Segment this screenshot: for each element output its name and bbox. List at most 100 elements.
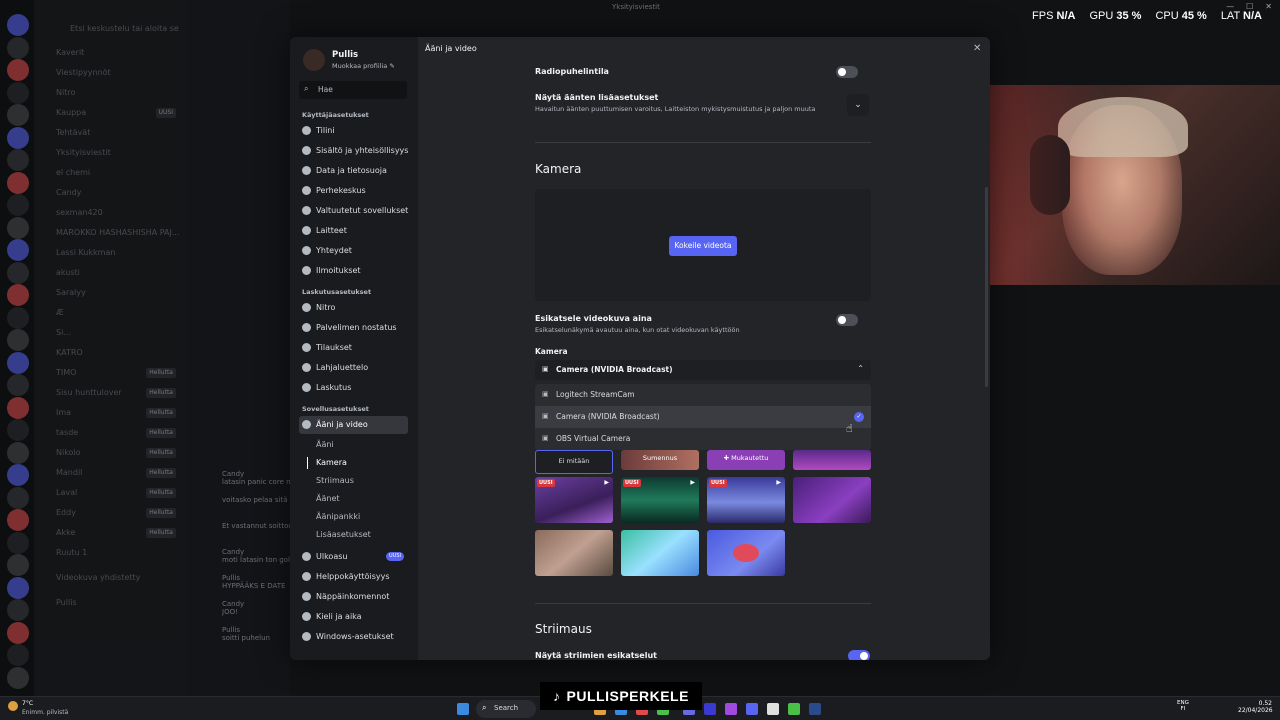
start-icon[interactable] bbox=[457, 703, 469, 715]
dm-item[interactable]: Kaverit bbox=[44, 46, 184, 60]
server-icon[interactable] bbox=[7, 644, 29, 666]
sidebar-item[interactable]: Kieli ja aika bbox=[299, 608, 408, 626]
app-icon[interactable] bbox=[725, 703, 737, 715]
test-video-button[interactable]: Kokeile videota bbox=[669, 236, 737, 256]
bg-preset[interactable]: UUSI ▶ bbox=[707, 477, 785, 523]
close-window-icon[interactable]: ✕ bbox=[1265, 2, 1272, 11]
server-icon[interactable] bbox=[7, 621, 29, 644]
server-icon[interactable] bbox=[7, 104, 29, 126]
sidebar-item[interactable]: Tilaukset bbox=[299, 339, 408, 357]
server-icon[interactable] bbox=[7, 284, 29, 306]
server-icon[interactable] bbox=[7, 464, 29, 486]
dm-item[interactable]: Saralyy bbox=[44, 286, 184, 300]
server-icon[interactable] bbox=[7, 261, 29, 284]
dm-item[interactable]: Nitro bbox=[44, 86, 184, 100]
dm-item[interactable]: Sisu hunttulover Hellutta bbox=[44, 386, 184, 400]
dm-item[interactable]: Nikolo Hellutta bbox=[44, 446, 184, 460]
bg-custom[interactable]: ✚ Mukautettu bbox=[707, 450, 785, 470]
dm-item[interactable]: Laval Hellutta bbox=[44, 486, 184, 500]
server-icon[interactable] bbox=[7, 441, 29, 464]
edit-profile-link[interactable]: Muokkaa profiilia ✎ bbox=[332, 62, 395, 70]
search-input[interactable]: Hae bbox=[318, 85, 333, 94]
preview-always-toggle[interactable] bbox=[836, 314, 858, 326]
dm-item[interactable]: Mandil Hellutta bbox=[44, 466, 184, 480]
dm-item[interactable]: Lassi Kukkman bbox=[44, 246, 184, 260]
sidebar-item[interactable]: Laitteet bbox=[299, 222, 408, 240]
server-icon[interactable] bbox=[7, 396, 29, 419]
server-icon[interactable] bbox=[7, 194, 29, 216]
dm-item[interactable]: Akke Hellutta bbox=[44, 526, 184, 540]
sidebar-item[interactable]: Valtuutetut sovellukset bbox=[299, 202, 408, 220]
dm-item[interactable]: Kauppa UUSI bbox=[44, 106, 184, 120]
server-icon[interactable] bbox=[7, 81, 29, 104]
bg-none[interactable]: Ei mitään bbox=[535, 450, 613, 474]
dm-item[interactable]: Candy bbox=[44, 186, 184, 200]
camera-select[interactable]: ▣ Camera (NVIDIA Broadcast) ⌃ bbox=[535, 360, 871, 380]
camera-option-selected[interactable]: ▣ Camera (NVIDIA Broadcast) ✓ bbox=[535, 406, 871, 428]
server-icon[interactable] bbox=[7, 126, 29, 149]
server-icon[interactable] bbox=[7, 36, 29, 59]
dm-item[interactable]: Ruutu 1 bbox=[44, 546, 184, 560]
bg-preset[interactable] bbox=[707, 530, 785, 576]
lang-indicator[interactable]: ENG FI bbox=[1177, 700, 1189, 712]
server-icon[interactable] bbox=[7, 419, 29, 441]
dm-item[interactable]: Videokuva yhdistetty bbox=[44, 571, 184, 585]
dm-item[interactable]: Yksityisviestit bbox=[44, 146, 184, 160]
server-icon[interactable] bbox=[7, 329, 29, 351]
sidebar-subitem[interactable]: Lisäasetukset bbox=[316, 528, 371, 542]
app-icon[interactable] bbox=[767, 703, 779, 715]
bg-preset[interactable] bbox=[535, 530, 613, 576]
clock[interactable]: 0.52 22/04/2026 bbox=[1238, 700, 1273, 714]
radio-mode-toggle[interactable] bbox=[836, 66, 858, 78]
sidebar-subitem[interactable]: Striimaus bbox=[316, 474, 354, 488]
sidebar-item[interactable]: Yhteydet bbox=[299, 242, 408, 260]
sidebar-item[interactable]: Nitro bbox=[299, 299, 408, 317]
server-icon[interactable] bbox=[7, 59, 29, 81]
bg-preset[interactable] bbox=[621, 530, 699, 576]
discord-icon[interactable] bbox=[746, 703, 758, 715]
server-icon[interactable] bbox=[7, 576, 29, 599]
sidebar-subitem[interactable]: Kamera bbox=[316, 456, 347, 470]
server-icon[interactable] bbox=[7, 509, 29, 531]
dm-item[interactable]: Æ bbox=[44, 306, 184, 320]
server-icon[interactable] bbox=[7, 149, 29, 171]
server-icon[interactable] bbox=[7, 531, 29, 554]
dm-item[interactable]: Eddy Hellutta bbox=[44, 506, 184, 520]
dm-item[interactable]: TIMO Hellutta bbox=[44, 366, 184, 380]
sidebar-item[interactable]: Ilmoitukset bbox=[299, 262, 408, 280]
dm-item[interactable]: MAROKKO HASHASHISHA PAJ... bbox=[44, 226, 184, 240]
dm-item[interactable]: Pullis bbox=[44, 596, 184, 610]
sidebar-item[interactable]: Palvelimen nostatus bbox=[299, 319, 408, 337]
chevron-down-icon[interactable]: ⌄ bbox=[847, 94, 869, 116]
dm-item[interactable]: Ima Hellutta bbox=[44, 406, 184, 420]
server-icon[interactable] bbox=[7, 374, 29, 396]
sidebar-item[interactable]: Laskutus bbox=[299, 379, 408, 397]
dm-item[interactable]: KATRO bbox=[44, 346, 184, 360]
bg-preset[interactable] bbox=[793, 477, 871, 523]
server-icon[interactable] bbox=[7, 14, 29, 36]
dm-item[interactable]: Viestipyynnöt bbox=[44, 66, 184, 80]
dm-item[interactable]: akusti bbox=[44, 266, 184, 280]
server-icon[interactable] bbox=[7, 351, 29, 374]
server-icon[interactable] bbox=[7, 486, 29, 509]
sidebar-item[interactable]: Helppokäyttöisyys bbox=[299, 568, 408, 586]
bg-blur[interactable]: Sumennus bbox=[621, 450, 699, 470]
taskbar-search[interactable]: ⌕ Search bbox=[476, 700, 536, 718]
sidebar-item[interactable]: Sisältö ja yhteisöllisyys bbox=[299, 142, 408, 160]
server-icon[interactable] bbox=[7, 216, 29, 239]
settings-search[interactable]: ⌕ Hae bbox=[299, 81, 407, 99]
dm-item[interactable]: tasde Hellutta bbox=[44, 426, 184, 440]
dm-item[interactable]: sexman420 bbox=[44, 206, 184, 220]
bg-preset[interactable]: UUSI ▶ bbox=[621, 477, 699, 523]
bg-preset[interactable]: UUSI ▶ bbox=[535, 477, 613, 523]
sidebar-subitem[interactable]: Ääni bbox=[316, 438, 334, 452]
server-icon[interactable] bbox=[7, 554, 29, 576]
sidebar-item[interactable]: Lahjaluettelo bbox=[299, 359, 408, 377]
sidebar-item[interactable]: Ääni ja video bbox=[299, 416, 408, 434]
sidebar-subitem[interactable]: Äänet bbox=[316, 492, 340, 506]
server-icon[interactable] bbox=[7, 171, 29, 194]
app-icon[interactable] bbox=[788, 703, 800, 715]
sidebar-subitem[interactable]: Äänipankki bbox=[316, 510, 360, 524]
steam-icon[interactable] bbox=[809, 703, 821, 715]
app-icon[interactable] bbox=[704, 703, 716, 715]
